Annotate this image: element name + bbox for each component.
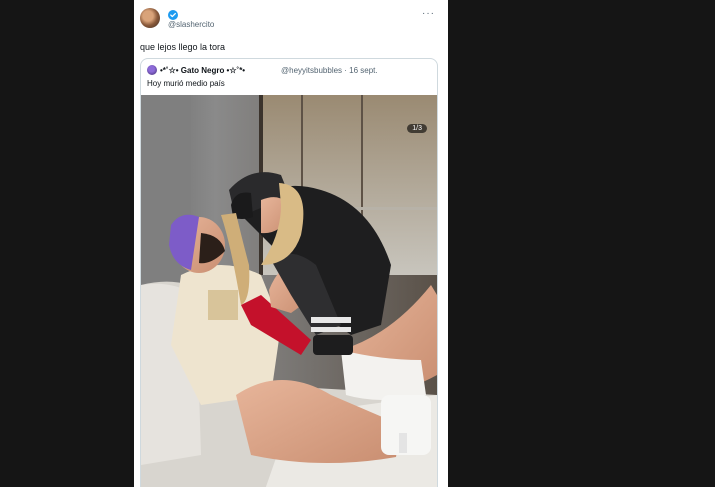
quoted-tweet[interactable]: •*˚☆• Gato Negro •☆˚*• @heyyitsbubbles ·… xyxy=(140,58,438,487)
user-handle[interactable]: @slashercito xyxy=(168,20,214,29)
quoted-user-name[interactable]: •*˚☆• Gato Negro •☆˚*• xyxy=(160,66,245,75)
more-options-icon[interactable]: ··· xyxy=(422,8,435,19)
tweet-card[interactable]: @slashercito ··· que lejos llego la tora… xyxy=(134,0,448,487)
quoted-tweet-text: Hoy murió medio país xyxy=(147,79,225,88)
quoted-media-image[interactable]: 1/3 xyxy=(141,95,437,487)
media-counter: 1/3 xyxy=(407,124,427,133)
media-photo xyxy=(141,95,437,487)
user-avatar[interactable] xyxy=(140,8,160,28)
quoted-user-handle[interactable]: @heyyitsbubbles · 16 sept. xyxy=(281,66,378,75)
jacket-patch xyxy=(208,290,238,320)
verified-badge-icon xyxy=(168,10,178,20)
tweet-text: que lejos llego la tora xyxy=(140,42,226,52)
quoted-user-avatar[interactable] xyxy=(147,65,157,75)
